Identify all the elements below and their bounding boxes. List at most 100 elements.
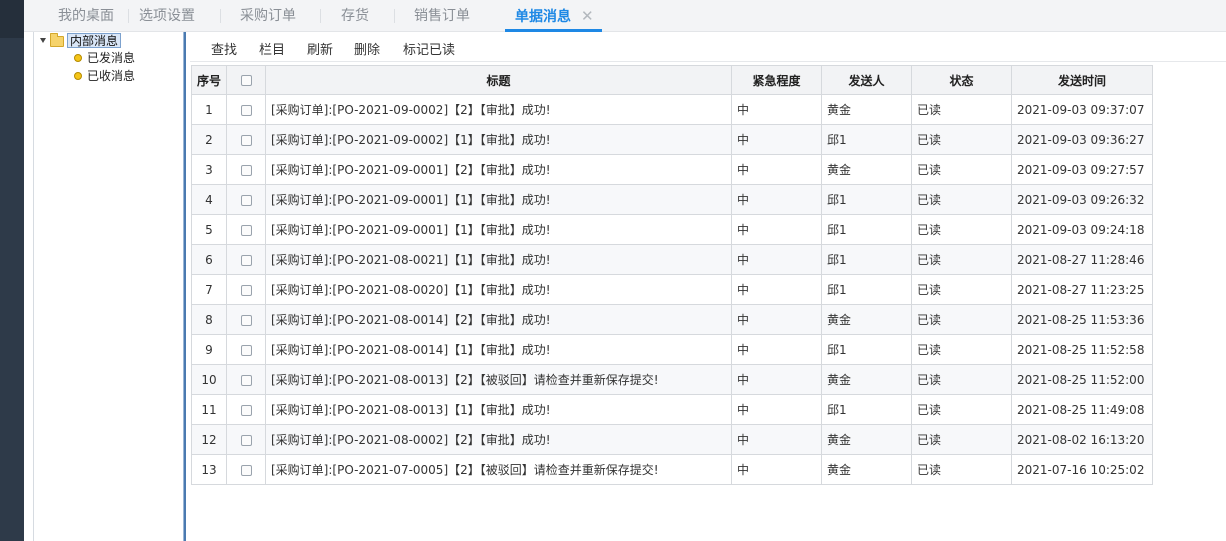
cell-index: 6	[191, 244, 227, 275]
row-checkbox[interactable]	[240, 194, 252, 206]
message-tree: 内部消息 已发消息 已收消息	[33, 32, 183, 541]
row-checkbox[interactable]	[240, 314, 252, 326]
tree-node-received-messages[interactable]: 已收消息	[34, 68, 174, 85]
row-checkbox[interactable]	[240, 374, 252, 386]
table-row[interactable]: 6 [采购订单]:[PO-2021-08-0021]【1】【审批】成功! 中邱1 已读…	[191, 244, 1153, 275]
close-icon[interactable]: ✕	[581, 7, 594, 25]
cell-sender: 邱1	[821, 334, 912, 365]
tree-node-label: 已收消息	[87, 69, 136, 83]
column-header-title[interactable]: 标题	[265, 65, 732, 95]
cell-index: 1	[191, 94, 227, 125]
cell-sender: 黄金	[821, 364, 912, 395]
cell-index: 12	[191, 424, 227, 455]
column-header-index[interactable]: 序号	[191, 65, 227, 95]
cell-urgency: 中	[731, 124, 822, 155]
tab-label: 选项设置	[139, 8, 195, 24]
table-row[interactable]: 7 [采购订单]:[PO-2021-08-0020]【1】【审批】成功! 中邱1 已读…	[191, 274, 1153, 305]
tab-label: 我的桌面	[58, 8, 114, 24]
cell-send-time: 2021-08-25 11:52:00	[1011, 364, 1153, 395]
cell-sender: 邱1	[821, 184, 912, 215]
row-checkbox[interactable]	[240, 164, 252, 176]
cell-sender: 黄金	[821, 154, 912, 185]
cell-title: [采购订单]:[PO-2021-09-0001]【1】【审批】成功!	[265, 214, 732, 245]
table-row[interactable]: 5 [采购订单]:[PO-2021-09-0001]【1】【审批】成功! 中邱1 已读…	[191, 214, 1153, 245]
tab-bar: 我的桌面 选项设置 采购订单 存货 销售订单 单据消息 ✕	[24, 0, 1226, 32]
cell-title: [采购订单]:[PO-2021-09-0002]【1】【审批】成功!	[265, 124, 732, 155]
table-row[interactable]: 11 [采购订单]:[PO-2021-08-0013]【1】【审批】成功! 中邱1 已…	[191, 394, 1153, 425]
tab-sales-order[interactable]: 销售订单	[414, 0, 470, 30]
table-row[interactable]: 3 [采购订单]:[PO-2021-09-0001]【2】【审批】成功! 中黄金 已读…	[191, 154, 1153, 185]
cell-title: [采购订单]:[PO-2021-08-0002]【2】【审批】成功!	[265, 424, 732, 455]
panel-splitter[interactable]	[183, 32, 186, 541]
table-row[interactable]: 2 [采购订单]:[PO-2021-09-0002]【1】【审批】成功! 中邱1 已读…	[191, 124, 1153, 155]
expand-arrow-icon[interactable]	[40, 38, 46, 43]
table-row[interactable]: 13 [采购订单]:[PO-2021-07-0005]【2】【被驳回】请检查并重新…	[191, 454, 1153, 485]
tab-document-messages[interactable]: 单据消息 ✕	[505, 0, 602, 32]
cell-select	[226, 334, 266, 365]
table-row[interactable]: 1 [采购订单]:[PO-2021-09-0002]【2】【审批】成功! 中黄金 已读…	[191, 94, 1153, 125]
cell-sender: 邱1	[821, 394, 912, 425]
cell-select	[226, 184, 266, 215]
refresh-button[interactable]: 刷新	[307, 39, 333, 58]
column-header-urgency[interactable]: 紧急程度	[731, 65, 822, 95]
column-header-send-time[interactable]: 发送时间	[1011, 65, 1153, 95]
cell-send-time: 2021-09-03 09:26:32	[1011, 184, 1153, 215]
mark-read-button[interactable]: 标记已读	[403, 39, 455, 58]
row-checkbox[interactable]	[240, 344, 252, 356]
tab-my-desktop[interactable]: 我的桌面	[58, 0, 114, 30]
cell-index: 7	[191, 274, 227, 305]
tab-purchase-order[interactable]: 采购订单	[240, 0, 296, 30]
tab-label: 采购订单	[240, 8, 296, 24]
message-grid: 序号 标题 紧急程度 发送人 状态 发送时间 1 [采购订单]:[PO-2021-…	[191, 65, 1153, 485]
table-row[interactable]: 8 [采购订单]:[PO-2021-08-0014]【2】【审批】成功! 中黄金 已读…	[191, 304, 1153, 335]
tree-node-label: 已发消息	[87, 51, 136, 65]
tab-separator	[128, 9, 129, 23]
message-dot-icon	[74, 54, 82, 62]
cell-select	[226, 94, 266, 125]
select-all-checkbox[interactable]	[240, 75, 252, 86]
row-checkbox[interactable]	[240, 134, 252, 146]
row-checkbox[interactable]	[240, 284, 252, 296]
tree-node-sent-messages[interactable]: 已发消息	[34, 50, 174, 67]
tab-label: 单据消息	[515, 9, 571, 25]
cell-status: 已读	[911, 244, 1012, 275]
cell-sender: 邱1	[821, 214, 912, 245]
table-row[interactable]: 9 [采购订单]:[PO-2021-08-0014]【1】【审批】成功! 中邱1 已读…	[191, 334, 1153, 365]
table-row[interactable]: 10 [采购订单]:[PO-2021-08-0013]【2】【被驳回】请检查并重新…	[191, 364, 1153, 395]
tab-label: 存货	[341, 8, 369, 24]
cell-send-time: 2021-08-27 11:28:46	[1011, 244, 1153, 275]
cell-status: 已读	[911, 184, 1012, 215]
column-header-select	[226, 65, 266, 95]
cell-urgency: 中	[731, 184, 822, 215]
cell-select	[226, 214, 266, 245]
cell-title: [采购订单]:[PO-2021-08-0020]【1】【审批】成功!	[265, 274, 732, 305]
cell-title: [采购订单]:[PO-2021-08-0021]【1】【审批】成功!	[265, 244, 732, 275]
tab-option-settings[interactable]: 选项设置	[139, 0, 195, 30]
row-checkbox[interactable]	[240, 434, 252, 446]
cell-select	[226, 424, 266, 455]
delete-button[interactable]: 删除	[354, 39, 380, 58]
columns-button[interactable]: 栏目	[259, 39, 285, 58]
cell-send-time: 2021-09-03 09:24:18	[1011, 214, 1153, 245]
table-row[interactable]: 12 [采购订单]:[PO-2021-08-0002]【2】【审批】成功! 中黄金已…	[191, 424, 1153, 455]
tree-node-internal-messages[interactable]: 内部消息	[34, 33, 174, 50]
row-checkbox[interactable]	[240, 224, 252, 236]
row-checkbox[interactable]	[240, 464, 252, 476]
cell-title: [采购订单]:[PO-2021-09-0001]【1】【审批】成功!	[265, 184, 732, 215]
row-checkbox[interactable]	[240, 254, 252, 266]
cell-index: 8	[191, 304, 227, 335]
cell-status: 已读	[911, 364, 1012, 395]
cell-status: 已读	[911, 154, 1012, 185]
column-header-sender[interactable]: 发送人	[821, 65, 912, 95]
cell-title: [采购订单]:[PO-2021-07-0005]【2】【被驳回】请检查并重新保存…	[265, 454, 732, 485]
row-checkbox[interactable]	[240, 104, 252, 116]
app-window: 我的桌面 选项设置 采购订单 存货 销售订单 单据消息 ✕ 内部消息 已发消息 已…	[0, 0, 1226, 541]
tab-inventory[interactable]: 存货	[341, 0, 369, 30]
cell-urgency: 中	[731, 304, 822, 335]
cell-sender: 黄金	[821, 94, 912, 125]
message-dot-icon	[74, 72, 82, 80]
column-header-status[interactable]: 状态	[911, 65, 1012, 95]
find-button[interactable]: 查找	[211, 39, 237, 58]
row-checkbox[interactable]	[240, 404, 252, 416]
table-row[interactable]: 4 [采购订单]:[PO-2021-09-0001]【1】【审批】成功! 中邱1 已读…	[191, 184, 1153, 215]
